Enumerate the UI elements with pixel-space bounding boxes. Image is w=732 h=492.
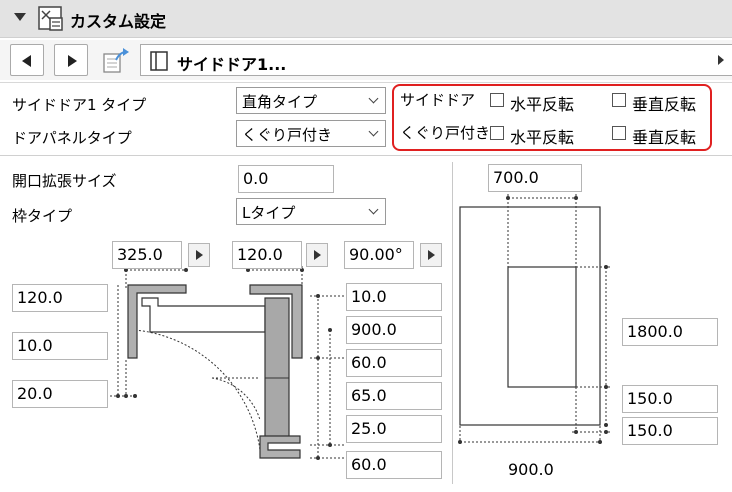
wicket-vertical-flip-label: 垂直反転 bbox=[632, 128, 697, 147]
elevation-top-width-value: 700.0 bbox=[493, 168, 539, 187]
elevation-bottom-offset-1-input[interactable]: 150.0 bbox=[622, 385, 718, 413]
plan-right-dim-5-value: 25.0 bbox=[351, 419, 387, 438]
plan-frame-width-toggle-button[interactable] bbox=[306, 243, 328, 267]
elevation-total-width-label: 900.0 bbox=[508, 460, 554, 479]
wicket-vertical-flip-checkbox[interactable] bbox=[612, 126, 626, 140]
wicket-horizontal-flip-label: 水平反転 bbox=[510, 128, 575, 147]
plan-right-dim-2-value: 900.0 bbox=[351, 320, 397, 339]
plan-left-depth-input[interactable]: 120.0 bbox=[12, 284, 108, 312]
plan-right-dim-3-value: 60.0 bbox=[351, 353, 387, 372]
plan-right-dim-1-input[interactable]: 10.0 bbox=[346, 283, 442, 311]
side-door-vertical-flip-label: 垂直反転 bbox=[632, 95, 697, 114]
plan-right-dim-1-value: 10.0 bbox=[351, 287, 387, 306]
plan-frame-width-value: 120.0 bbox=[237, 245, 283, 264]
side-door-horizontal-flip-checkbox[interactable] bbox=[490, 93, 504, 107]
plan-top-offset-input[interactable]: 325.0 bbox=[112, 241, 182, 269]
plan-right-dim-6-input[interactable]: 60.0 bbox=[346, 451, 442, 479]
side-door-horizontal-flip-label: 水平反転 bbox=[510, 95, 575, 114]
elevation-bottom-offset-2-value: 150.0 bbox=[627, 421, 673, 440]
plan-right-dim-4-input[interactable]: 65.0 bbox=[346, 382, 442, 410]
plan-left-depth-value: 120.0 bbox=[17, 288, 63, 307]
plan-left-thickness-value: 10.0 bbox=[17, 336, 53, 355]
side-door-vertical-flip-checkbox[interactable] bbox=[612, 93, 626, 107]
plan-left-offset-value: 20.0 bbox=[17, 384, 53, 403]
plan-frame-width-input[interactable]: 120.0 bbox=[232, 241, 302, 269]
elevation-height-input[interactable]: 1800.0 bbox=[622, 318, 718, 346]
plan-left-offset-input[interactable]: 20.0 bbox=[12, 380, 108, 408]
chevron-right-icon bbox=[718, 55, 724, 65]
plan-right-dim-5-input[interactable]: 25.0 bbox=[346, 415, 442, 443]
plan-top-offset-value: 325.0 bbox=[117, 245, 163, 264]
elevation-bottom-offset-2-input[interactable]: 150.0 bbox=[622, 417, 718, 445]
plan-right-dim-4-value: 65.0 bbox=[351, 386, 387, 405]
plan-right-dim-6-value: 60.0 bbox=[351, 455, 387, 474]
elevation-bottom-offset-1-value: 150.0 bbox=[627, 389, 673, 408]
plan-angle-input[interactable]: 90.00° bbox=[344, 241, 414, 269]
plan-angle-toggle-button[interactable] bbox=[420, 243, 442, 267]
plan-right-dim-3-input[interactable]: 60.0 bbox=[346, 349, 442, 377]
wicket-horizontal-flip-checkbox[interactable] bbox=[490, 126, 504, 140]
elevation-top-width-input[interactable]: 700.0 bbox=[488, 164, 582, 192]
plan-right-dim-2-input[interactable]: 900.0 bbox=[346, 316, 442, 344]
elevation-height-value: 1800.0 bbox=[627, 322, 683, 341]
plan-left-thickness-input[interactable]: 10.0 bbox=[12, 332, 108, 360]
plan-top-offset-toggle-button[interactable] bbox=[188, 243, 210, 267]
plan-angle-value: 90.00° bbox=[349, 245, 403, 264]
